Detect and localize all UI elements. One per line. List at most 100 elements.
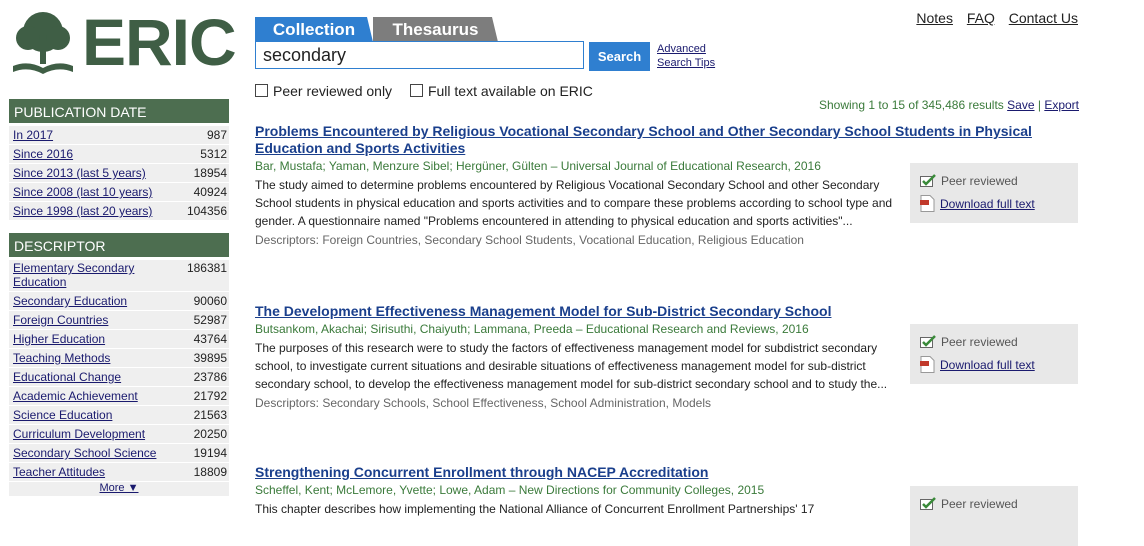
facet-link[interactable]: Curriculum Development	[13, 425, 145, 443]
more-descriptors: More ▼	[9, 482, 229, 496]
facet-link[interactable]: Teacher Attitudes	[13, 463, 105, 481]
facet-count: 186381	[186, 261, 227, 275]
export-link[interactable]: Export	[1044, 98, 1079, 112]
result-abstract: The purposes of this research were to st…	[255, 341, 888, 391]
result-title-link[interactable]: Problems Encountered by Religious Vocati…	[255, 123, 1078, 157]
contact-us-link[interactable]: Contact Us	[1009, 10, 1078, 26]
facet-item[interactable]: Higher Education 43764	[9, 330, 229, 348]
result-badges: Peer reviewed Download full text	[910, 324, 1078, 384]
facet-link[interactable]: Since 1998 (last 20 years)	[13, 202, 152, 220]
download-row: Download full text	[910, 192, 1078, 215]
facet-link[interactable]: Teaching Methods	[13, 349, 110, 367]
logo-text: ERIC	[82, 5, 237, 79]
result-descriptors: Descriptors: Secondary Schools, School E…	[255, 396, 711, 410]
facet-count: 90060	[193, 294, 227, 308]
peer-reviewed-text: Peer reviewed	[941, 496, 1018, 511]
notes-link[interactable]: Notes	[916, 10, 953, 26]
download-full-text-link[interactable]: Download full text	[940, 358, 1035, 372]
full-text-label: Full text available on ERIC	[427, 83, 593, 99]
peer-reviewed-text: Peer reviewed	[941, 173, 1018, 188]
facet-item[interactable]: Teacher Attitudes 18809	[9, 463, 229, 481]
download-row: Download full text	[910, 353, 1078, 376]
descriptor-facet: DESCRIPTOR Elementary Secondary Educatio…	[9, 233, 229, 496]
download-full-text-link[interactable]: Download full text	[940, 197, 1035, 211]
peer-reviewed-icon	[920, 497, 936, 510]
peer-reviewed-text: Peer reviewed	[941, 334, 1018, 349]
facet-link[interactable]: Since 2008 (last 10 years)	[13, 183, 152, 201]
facet-count: 18809	[193, 465, 227, 479]
advanced-links: Advanced Search Tips	[657, 42, 715, 70]
facet-link[interactable]: Secondary School Science	[13, 444, 156, 462]
result-descriptors: Descriptors: Foreign Countries, Secondar…	[255, 233, 804, 247]
tab-thesaurus[interactable]: Thesaurus	[373, 17, 498, 42]
facet-item[interactable]: Educational Change 23786	[9, 368, 229, 386]
facet-link[interactable]: Foreign Countries	[13, 311, 108, 329]
facet-link[interactable]: Secondary Education	[13, 292, 127, 310]
facet-count: 21792	[193, 389, 227, 403]
peer-reviewed-badge: Peer reviewed	[910, 169, 1078, 192]
facet-link[interactable]: Educational Change	[13, 368, 121, 386]
facet-item[interactable]: Curriculum Development 20250	[9, 425, 229, 443]
advanced-search-link[interactable]: Advanced	[657, 42, 715, 56]
result-title-link[interactable]: Strengthening Concurrent Enrollment thro…	[255, 464, 1078, 481]
facet-count: 39895	[193, 351, 227, 365]
facet-count: 18954	[193, 166, 227, 180]
search-tips-link[interactable]: Search Tips	[657, 56, 715, 70]
save-link[interactable]: Save	[1007, 98, 1034, 112]
facet-item[interactable]: Science Education 21563	[9, 406, 229, 424]
facet-count: 987	[206, 128, 227, 142]
facet-count: 43764	[193, 332, 227, 346]
facet-item[interactable]: Since 2008 (last 10 years) 40924	[9, 183, 229, 201]
facet-item[interactable]: Secondary Education 90060	[9, 292, 229, 310]
full-text-filter[interactable]: Full text available on ERIC	[409, 83, 593, 99]
separator: |	[1037, 98, 1041, 112]
peer-reviewed-label: Peer reviewed only	[273, 83, 393, 99]
facet-count: 52987	[193, 313, 227, 327]
result-title-link[interactable]: The Development Effectiveness Management…	[255, 303, 1078, 320]
facet-link[interactable]: Higher Education	[13, 330, 105, 348]
descriptor-heading: DESCRIPTOR	[9, 233, 229, 257]
results-info: Showing 1 to 15 of 345,486 results Save …	[819, 98, 1079, 112]
facet-count: 20250	[193, 427, 227, 441]
facet-item[interactable]: Foreign Countries 52987	[9, 311, 229, 329]
facet-link[interactable]: Science Education	[13, 406, 112, 424]
peer-reviewed-filter[interactable]: Peer reviewed only	[255, 83, 392, 99]
facet-count: 23786	[193, 370, 227, 384]
facet-item[interactable]: Since 2013 (last 5 years) 18954	[9, 164, 229, 182]
facet-link[interactable]: Since 2013 (last 5 years)	[13, 164, 146, 182]
faq-link[interactable]: FAQ	[967, 10, 995, 26]
facet-item[interactable]: Elementary Secondary Education 186381	[9, 260, 229, 291]
result-badges: Peer reviewed Download full text	[910, 163, 1078, 223]
eric-logo[interactable]: ERIC	[8, 5, 237, 80]
facet-item[interactable]: Since 1998 (last 20 years) 104356	[9, 202, 229, 220]
top-links: Notes FAQ Contact Us	[906, 10, 1078, 26]
facet-item[interactable]: Teaching Methods 39895	[9, 349, 229, 367]
result-abstract: The study aimed to determine problems en…	[255, 178, 893, 228]
search-filters: Peer reviewed only Full text available o…	[255, 83, 607, 99]
facet-count: 19194	[193, 446, 227, 460]
peer-reviewed-badge: Peer reviewed	[910, 330, 1078, 353]
tree-book-icon	[13, 12, 73, 74]
facet-link[interactable]: Academic Achievement	[13, 387, 138, 405]
facet-item[interactable]: Academic Achievement 21792	[9, 387, 229, 405]
full-text-checkbox[interactable]	[409, 84, 423, 97]
peer-reviewed-icon	[920, 174, 936, 187]
facet-link[interactable]: Elementary Secondary Education	[13, 261, 163, 289]
peer-reviewed-badge: Peer reviewed	[910, 492, 1078, 515]
facet-count: 21563	[193, 408, 227, 422]
results-count: Showing 1 to 15 of 345,486 results	[819, 98, 1004, 112]
more-descriptors-link[interactable]: More ▼	[99, 482, 138, 494]
facet-item[interactable]: Secondary School Science 19194	[9, 444, 229, 462]
facet-link[interactable]: Since 2016	[13, 145, 73, 163]
search-input[interactable]	[255, 41, 584, 69]
facet-count: 5312	[200, 147, 227, 161]
facet-item[interactable]: Since 2016 5312	[9, 145, 229, 163]
facet-link[interactable]: In 2017	[13, 126, 53, 144]
publication-date-facet: PUBLICATION DATE In 2017 987 Since 2016 53…	[9, 99, 229, 221]
search-button[interactable]: Search	[589, 42, 650, 71]
tab-collection[interactable]: Collection	[255, 17, 373, 42]
publication-date-heading: PUBLICATION DATE	[9, 99, 229, 123]
facet-item[interactable]: In 2017 987	[9, 126, 229, 144]
peer-reviewed-checkbox[interactable]	[255, 84, 268, 97]
facet-count: 40924	[193, 185, 227, 199]
